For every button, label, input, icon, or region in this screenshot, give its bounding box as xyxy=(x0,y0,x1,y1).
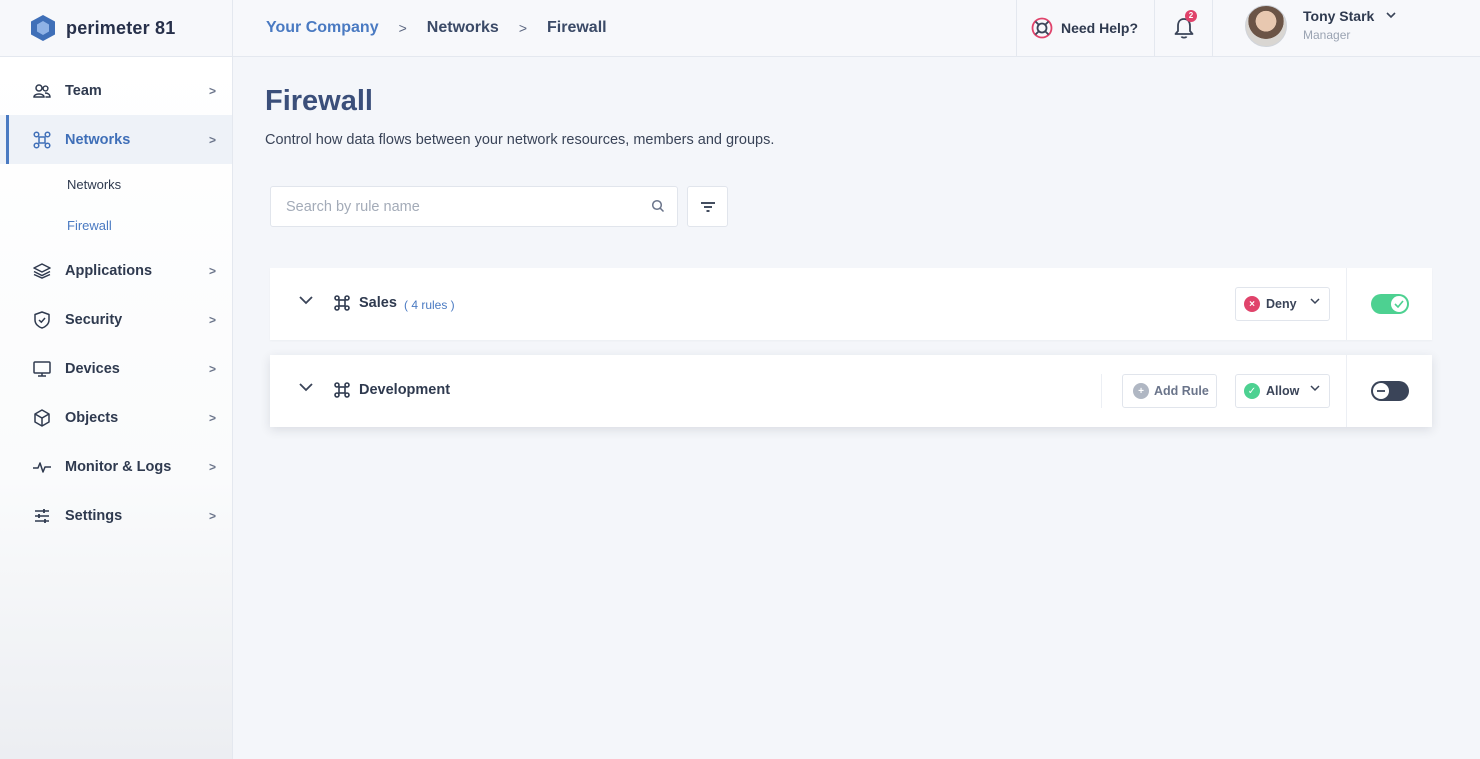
need-help-button[interactable]: Need Help? xyxy=(1015,0,1154,57)
notifications-button[interactable]: 2 xyxy=(1154,0,1212,57)
add-rule-label: Add Rule xyxy=(1154,384,1209,398)
shield-icon xyxy=(32,310,52,330)
chevron-down-icon xyxy=(1310,385,1320,392)
networks-icon xyxy=(32,130,52,150)
sidebar-subitem-firewall[interactable]: Firewall xyxy=(0,205,232,246)
firewall-group-sales: Sales ( 4 rules ) × Deny xyxy=(270,268,1432,340)
filter-icon xyxy=(700,201,715,212)
sidebar-item-applications[interactable]: Applications > xyxy=(0,246,232,295)
sidebar-item-label: Applications xyxy=(65,262,153,279)
sidebar-item-security[interactable]: Security > xyxy=(0,295,232,344)
sidebar-item-networks[interactable]: Networks > xyxy=(0,115,232,164)
chevron-right-icon: > xyxy=(208,83,216,98)
top-bar: perimeter 81 Your Company > Networks > F… xyxy=(0,0,1480,57)
chevron-right-icon: > xyxy=(208,132,216,147)
sidebar-item-label: Devices xyxy=(65,360,120,377)
sidebar-item-label: Team xyxy=(65,82,102,99)
search-input[interactable] xyxy=(286,198,626,215)
lifebuoy-icon xyxy=(1031,17,1053,39)
chevron-right-icon: > xyxy=(208,410,216,425)
sidebar-item-label: Settings xyxy=(65,507,123,524)
sidebar-item-monitor-logs[interactable]: Monitor & Logs > xyxy=(0,442,232,491)
search-icon[interactable] xyxy=(651,199,665,213)
minus-icon xyxy=(1373,383,1389,399)
notification-badge: 2 xyxy=(1185,9,1197,22)
chevron-down-icon xyxy=(1310,298,1320,305)
brand-logo[interactable]: perimeter 81 xyxy=(0,0,233,57)
main-content: Firewall Control how data flows between … xyxy=(233,57,1480,759)
group-enabled-toggle[interactable] xyxy=(1371,381,1409,401)
breadcrumb-your-company[interactable]: Your Company xyxy=(266,19,379,37)
firewall-group-development: Development + Add Rule ✓ Allow xyxy=(270,355,1432,427)
user-name: Tony Stark xyxy=(1303,7,1375,24)
cube-icon xyxy=(32,408,52,428)
breadcrumb: Your Company > Networks > Firewall xyxy=(233,19,1016,37)
monitor-icon xyxy=(32,359,52,379)
sidebar-item-objects[interactable]: Objects > xyxy=(0,393,232,442)
user-name-row: Tony Stark xyxy=(1303,8,1396,24)
filter-button[interactable] xyxy=(687,186,728,227)
brand-name: perimeter 81 xyxy=(66,17,176,38)
network-group-icon xyxy=(334,295,350,311)
group-name: Development xyxy=(359,382,451,398)
group-enabled-toggle[interactable] xyxy=(1371,294,1409,314)
breadcrumb-separator-icon: > xyxy=(518,20,528,36)
perimeter81-logo-icon xyxy=(31,15,55,41)
user-menu[interactable]: Tony Stark Manager xyxy=(1212,0,1480,57)
sidebar-item-settings[interactable]: Settings > xyxy=(0,491,232,540)
add-rule-button[interactable]: + Add Rule xyxy=(1122,374,1217,408)
check-icon xyxy=(1391,296,1407,312)
pulse-icon xyxy=(32,457,52,477)
sidebar-item-devices[interactable]: Devices > xyxy=(0,344,232,393)
sidebar-item-label: Security xyxy=(65,311,123,328)
deny-icon: × xyxy=(1244,296,1260,312)
network-group-icon xyxy=(334,382,350,398)
page-title: Firewall xyxy=(265,85,373,117)
page-description: Control how data flows between your netw… xyxy=(265,132,775,148)
sidebar-subitem-networks[interactable]: Networks xyxy=(0,164,232,205)
applications-icon xyxy=(32,261,52,281)
sidebar-item-team[interactable]: Team > xyxy=(0,66,232,115)
sidebar: Team > Networks > Networks Firewall Appl… xyxy=(0,57,233,759)
chevron-right-icon: > xyxy=(208,312,216,327)
plus-icon: + xyxy=(1133,383,1149,399)
sliders-icon xyxy=(32,506,52,526)
chevron-right-icon: > xyxy=(208,361,216,376)
sidebar-item-label: Networks xyxy=(65,131,131,148)
default-action-select[interactable]: × Deny xyxy=(1235,287,1330,321)
divider xyxy=(1346,268,1347,340)
chevron-right-icon: > xyxy=(208,459,216,474)
avatar xyxy=(1245,4,1287,47)
sidebar-item-label: Monitor & Logs xyxy=(65,458,172,475)
need-help-label: Need Help? xyxy=(1060,20,1138,36)
expand-chevron-icon[interactable] xyxy=(298,294,314,306)
chevron-down-icon xyxy=(1386,12,1396,19)
user-role: Manager xyxy=(1303,27,1351,42)
default-action-label: Allow xyxy=(1266,384,1300,398)
divider xyxy=(1101,374,1102,408)
default-action-select[interactable]: ✓ Allow xyxy=(1235,374,1330,408)
chevron-right-icon: > xyxy=(208,263,216,278)
team-icon xyxy=(32,81,52,101)
chevron-right-icon: > xyxy=(208,508,216,523)
breadcrumb-firewall: Firewall xyxy=(547,19,607,36)
rules-count[interactable]: ( 4 rules ) xyxy=(404,298,455,312)
divider xyxy=(1346,355,1347,427)
search-box xyxy=(270,186,678,227)
breadcrumb-networks[interactable]: Networks xyxy=(427,19,499,37)
expand-chevron-icon[interactable] xyxy=(298,381,314,393)
sidebar-item-label: Objects xyxy=(65,409,119,426)
group-name: Sales xyxy=(359,295,397,311)
breadcrumb-separator-icon: > xyxy=(398,20,407,36)
default-action-label: Deny xyxy=(1266,297,1297,311)
allow-icon: ✓ xyxy=(1244,383,1260,399)
user-info: Tony Stark Manager xyxy=(1303,5,1396,42)
